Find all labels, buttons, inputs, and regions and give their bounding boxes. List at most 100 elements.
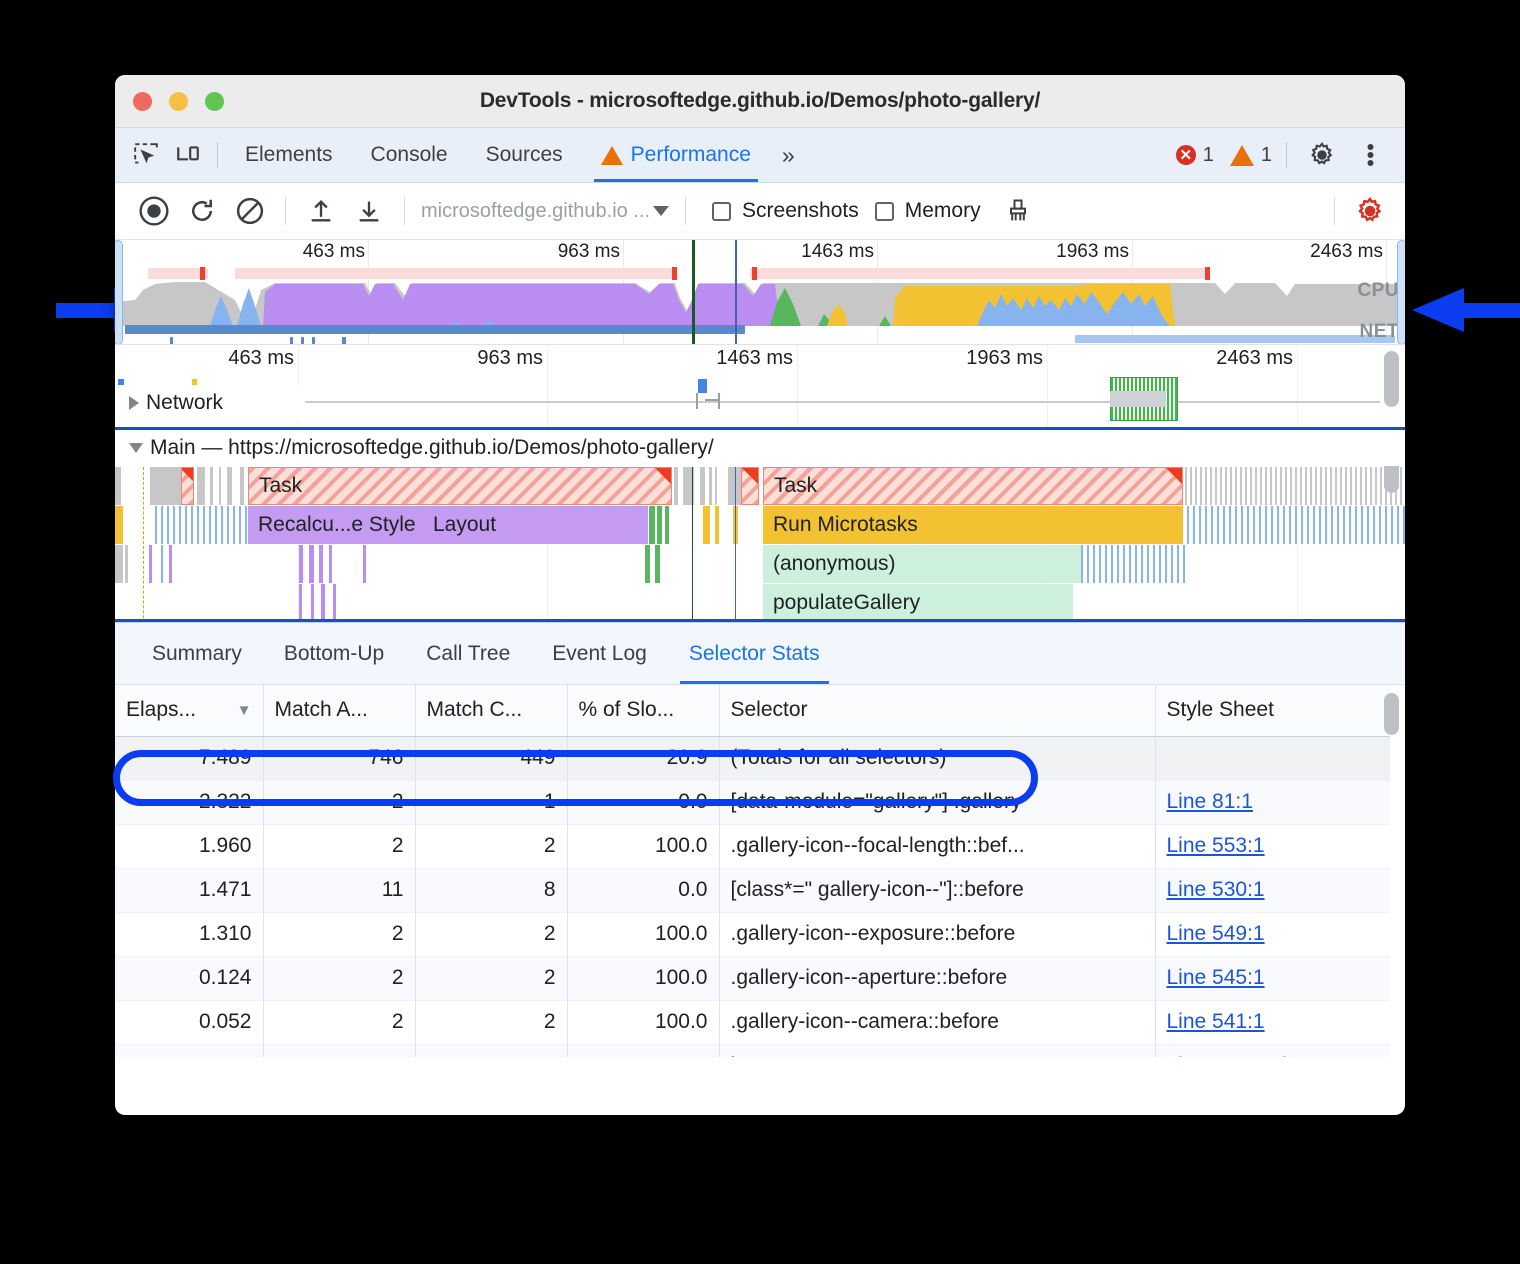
- table-row[interactable]: 2.322 2 1 0.0 [data-module="gallery"] .g…: [115, 780, 1390, 824]
- cell-match-count: 449: [415, 736, 567, 780]
- stylesheet-link[interactable]: Line 553:1: [1167, 834, 1265, 857]
- cell-match-count: 2: [415, 824, 567, 868]
- table-scrollbar-thumb[interactable]: [1384, 693, 1399, 735]
- inspect-element-icon[interactable]: [125, 134, 167, 176]
- screenshots-checkbox[interactable]: Screenshots: [712, 199, 859, 223]
- tab-label: Selector Stats: [689, 642, 820, 666]
- tab-selector-stats[interactable]: Selector Stats: [668, 623, 841, 684]
- gear-icon[interactable]: [1301, 134, 1343, 176]
- stylesheet-link[interactable]: Line 541:1: [1167, 1010, 1265, 1033]
- tab-label: Performance: [631, 143, 751, 167]
- error-badge[interactable]: ✕ 1: [1176, 144, 1214, 167]
- table-row[interactable]: 0.033 3 3 100.0 h1 Line 16:1 , Line...: [115, 1044, 1390, 1057]
- table-row[interactable]: 0.052 2 2 100.0 .gallery-icon--camera::b…: [115, 1000, 1390, 1044]
- flamechart-tick-label: 1963 ms: [966, 347, 1043, 370]
- error-icon: ✕: [1176, 145, 1196, 165]
- close-button[interactable]: [133, 92, 152, 111]
- toolbar-divider-2: [404, 197, 405, 225]
- expand-triangle-icon[interactable]: [129, 396, 139, 410]
- column-header-pct-slow[interactable]: % of Slo...: [567, 685, 719, 736]
- stylesheet-link[interactable]: Line 81:1: [1167, 790, 1253, 813]
- cell-match-attempts: 11: [263, 868, 415, 912]
- performance-toolbar: microsoftedge.github.io ... Screenshots …: [115, 183, 1405, 240]
- network-request-bar: [698, 379, 707, 393]
- warning-badge[interactable]: 1: [1230, 144, 1272, 167]
- clear-button[interactable]: [227, 188, 273, 234]
- table-row[interactable]: 0.124 2 2 100.0 .gallery-icon--aperture:…: [115, 956, 1390, 1000]
- timeline-overview[interactable]: 463 ms 963 ms 1463 ms 1963 ms 2463 ms: [115, 240, 1405, 345]
- tabbar-right-divider: [1286, 142, 1287, 168]
- tab-event-log[interactable]: Event Log: [531, 623, 668, 684]
- overview-ruler: 463 ms 963 ms 1463 ms 1963 ms 2463 ms: [115, 240, 1405, 266]
- window-controls[interactable]: [133, 92, 224, 111]
- overview-marker-green: [692, 240, 695, 345]
- table-row[interactable]: 1.310 2 2 100.0 .gallery-icon--exposure:…: [115, 912, 1390, 956]
- flame-event-populategallery[interactable]: populateGallery: [763, 584, 1073, 622]
- overview-frames-strip: [115, 266, 1405, 280]
- more-options-icon[interactable]: [1349, 134, 1391, 176]
- flame-event-layout[interactable]: Layout: [423, 506, 648, 544]
- flame-event-task[interactable]: Task: [248, 467, 672, 505]
- flamechart-tick-label: 463 ms: [228, 347, 294, 370]
- flame-event-task[interactable]: [741, 467, 759, 505]
- tab-performance[interactable]: Performance: [582, 128, 770, 182]
- flame-event-recalculate-style[interactable]: Recalcu...e Style: [248, 506, 423, 544]
- flame-event-run-microtasks[interactable]: Run Microtasks: [763, 506, 1183, 544]
- tab-bottom-up[interactable]: Bottom-Up: [263, 623, 405, 684]
- cell-match-count: 2: [415, 1000, 567, 1044]
- overview-net-chart: [115, 325, 1405, 344]
- network-track[interactable]: Network: [115, 379, 1405, 427]
- save-profile-icon[interactable]: [346, 188, 392, 234]
- load-profile-icon[interactable]: [298, 188, 344, 234]
- track-title-main[interactable]: Main — https://microsoftedge.github.io/D…: [115, 430, 1405, 466]
- capture-settings-gear-icon[interactable]: [1347, 188, 1393, 234]
- overview-window-handle-left[interactable]: [115, 240, 123, 345]
- table-row[interactable]: 1.471 11 8 0.0 [class*=" gallery-icon--"…: [115, 868, 1390, 912]
- tab-label: Console: [371, 143, 448, 167]
- flame-event-label: Layout: [433, 513, 496, 537]
- more-tabs-icon[interactable]: »: [770, 142, 807, 169]
- flame-event-task[interactable]: [181, 467, 194, 505]
- record-button[interactable]: [131, 188, 177, 234]
- stylesheet-link[interactable]: Line 549:1: [1167, 922, 1265, 945]
- warning-count: 1: [1261, 144, 1272, 167]
- window-title: DevTools - microsoftedge.github.io/Demos…: [115, 89, 1405, 113]
- stylesheet-link[interactable]: Line 530:1: [1167, 878, 1265, 901]
- network-scrollbar-thumb[interactable]: [1384, 351, 1399, 407]
- tab-summary[interactable]: Summary: [131, 623, 263, 684]
- column-header-match-attempts[interactable]: Match A...: [263, 685, 415, 736]
- origin-dropdown[interactable]: microsoftedge.github.io ...: [417, 200, 673, 223]
- column-header-match-count[interactable]: Match C...: [415, 685, 567, 736]
- flamechart-bottom-rule: [115, 619, 1405, 622]
- stylesheet-link[interactable]: Line 545:1: [1167, 966, 1265, 989]
- maximize-button[interactable]: [205, 92, 224, 111]
- overview-tick-label: 463 ms: [303, 241, 365, 263]
- selector-stats-table-wrap[interactable]: Elaps... ▼ Match A... Match C... % of Sl…: [115, 685, 1405, 1057]
- cell-elapsed: 1.471: [115, 868, 263, 912]
- collapse-triangle-icon[interactable]: [129, 443, 143, 453]
- column-header-selector[interactable]: Selector: [719, 685, 1155, 736]
- collect-garbage-icon[interactable]: [995, 188, 1041, 234]
- stylesheet-link[interactable]: Line 16:1 , Line...: [1167, 1054, 1328, 1057]
- column-header-elapsed[interactable]: Elaps... ▼: [115, 685, 263, 736]
- network-request-tail: [718, 393, 720, 409]
- minimize-button[interactable]: [169, 92, 188, 111]
- tab-call-tree[interactable]: Call Tree: [405, 623, 531, 684]
- memory-checkbox[interactable]: Memory: [875, 199, 981, 223]
- flame-event-anonymous[interactable]: (anonymous): [763, 545, 1081, 583]
- table-row[interactable]: 1.960 2 2 100.0 .gallery-icon--focal-len…: [115, 824, 1390, 868]
- main-track[interactable]: Main — https://microsoftedge.github.io/D…: [115, 430, 1405, 622]
- cell-match-attempts: 2: [263, 912, 415, 956]
- reload-and-record-button[interactable]: [179, 188, 225, 234]
- tab-console[interactable]: Console: [352, 128, 467, 182]
- overview-window-handle-right[interactable]: [1397, 240, 1405, 345]
- device-toolbar-icon[interactable]: [167, 134, 209, 176]
- flame-event-task[interactable]: Task: [763, 467, 1183, 505]
- table-row[interactable]: 7.489 746 449 20.9 (Totals for all selec…: [115, 736, 1390, 780]
- net-track-label: NET: [1360, 321, 1400, 343]
- column-header-stylesheet[interactable]: Style Sheet: [1155, 685, 1390, 736]
- track-title-network[interactable]: Network: [115, 385, 305, 421]
- tab-sources[interactable]: Sources: [467, 128, 582, 182]
- tab-elements[interactable]: Elements: [226, 128, 352, 182]
- flamechart-area[interactable]: 463 ms 963 ms 1463 ms 1963 ms 2463 ms Ne…: [115, 345, 1405, 622]
